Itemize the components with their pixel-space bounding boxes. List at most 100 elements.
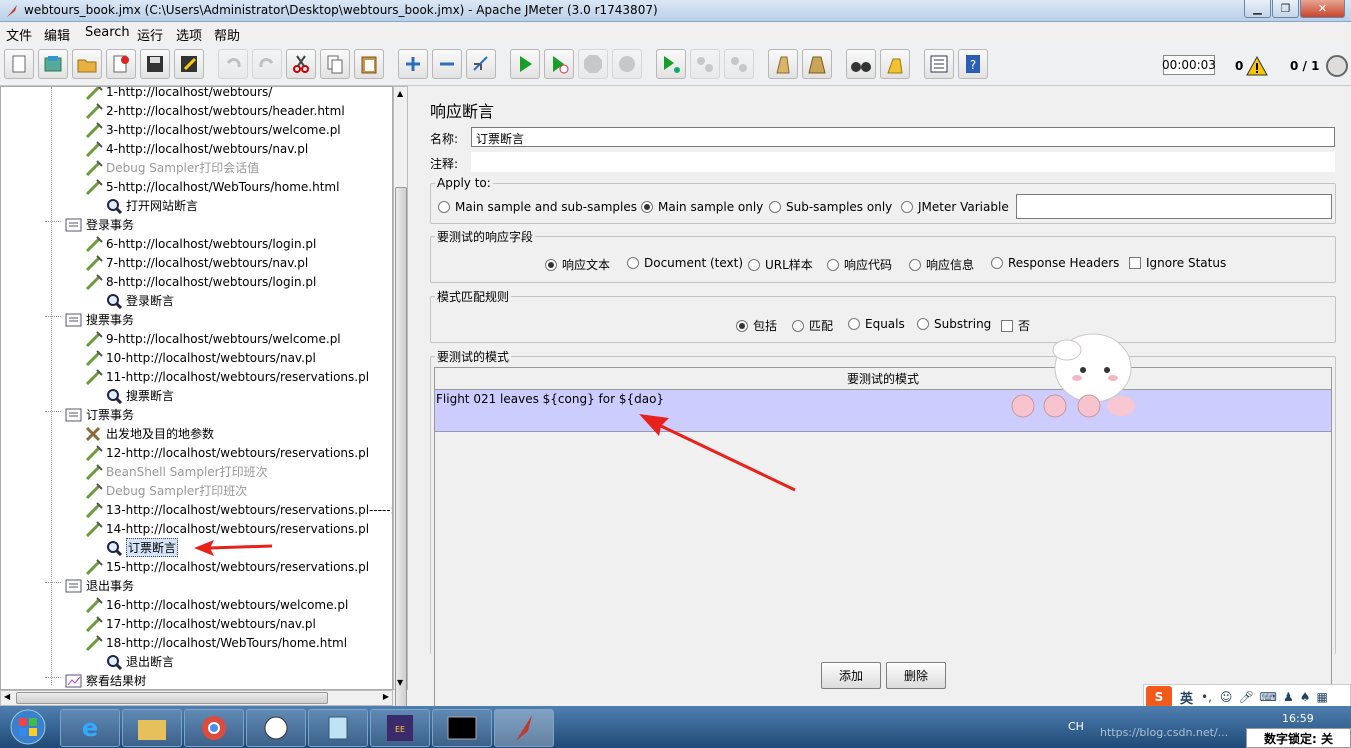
delete-button[interactable]: 删除 — [886, 662, 946, 689]
comment-field[interactable] — [471, 152, 1335, 172]
new-button[interactable] — [4, 49, 34, 79]
shutdown-button[interactable] — [612, 49, 642, 79]
ignore-status-checkbox[interactable]: Ignore Status — [1129, 256, 1226, 270]
scroll-up-icon[interactable]: ▲ — [397, 89, 403, 98]
tree-node[interactable]: 订票事务 — [65, 405, 134, 424]
tree-vscroll-thumb[interactable] — [395, 187, 407, 747]
remote-start-button[interactable] — [656, 49, 686, 79]
tree-node[interactable]: 13-http://localhost/webtours/reservation… — [85, 500, 392, 519]
tree-node[interactable]: 11-http://localhost/webtours/reservation… — [85, 367, 369, 386]
remote-stop-button[interactable] — [690, 49, 720, 79]
skin-icon[interactable]: ♠ — [1300, 690, 1311, 704]
field-response-text-radio[interactable]: 响应文本 — [545, 256, 610, 273]
save-button[interactable] — [140, 49, 170, 79]
taskbar-eclipse[interactable]: EE — [370, 709, 430, 747]
tree-node[interactable]: 2-http://localhost/webtours/header.html — [85, 101, 345, 120]
templates-button[interactable] — [38, 49, 68, 79]
field-response-headers-radio[interactable]: Response Headers — [991, 256, 1119, 270]
save-as-button[interactable] — [174, 49, 204, 79]
reset-search-button[interactable] — [880, 49, 910, 79]
add-button[interactable]: 添加 — [821, 662, 881, 689]
tree-node[interactable]: Debug Sampler打印班次 — [85, 481, 247, 500]
tree-node[interactable]: 15-http://localhost/webtours/reservation… — [85, 557, 369, 576]
apply-main-only-radio[interactable]: Main sample only — [641, 200, 763, 214]
remote-shutdown-button[interactable] — [724, 49, 754, 79]
search-button[interactable] — [846, 49, 876, 79]
tree-expand-handle-icon[interactable] — [45, 582, 61, 583]
language-indicator[interactable]: CH — [1068, 720, 1084, 733]
tree-node[interactable]: 4-http://localhost/webtours/nav.pl — [85, 139, 308, 158]
undo-button[interactable] — [218, 49, 248, 79]
ime-mode[interactable]: 英 — [1180, 688, 1193, 707]
apply-main-and-sub-radio[interactable]: Main sample and sub-samples — [438, 200, 637, 214]
tree-node[interactable]: 5-http://localhost/WebTours/home.html — [85, 177, 339, 196]
keyboard-icon[interactable]: ⌨ — [1260, 690, 1277, 704]
tree-expand-handle-icon[interactable] — [45, 411, 61, 412]
rule-contains-radio[interactable]: 包括 — [736, 317, 777, 334]
field-response-code-radio[interactable]: 响应代码 — [827, 256, 892, 273]
start-button[interactable] — [510, 49, 540, 79]
tree-node[interactable]: 12-http://localhost/webtours/reservation… — [85, 443, 369, 462]
start-no-pauses-button[interactable] — [544, 49, 574, 79]
maximize-button[interactable]: ❐ — [1272, 0, 1299, 18]
field-document-radio[interactable]: Document (text) — [627, 256, 743, 270]
taskbar-chrome[interactable] — [184, 709, 244, 747]
menu-file[interactable]: 文件 — [6, 25, 32, 44]
windows-start-icon[interactable] — [2, 708, 54, 746]
menu-search[interactable]: Search — [85, 25, 130, 40]
close-file-button[interactable] — [106, 49, 136, 79]
clear-button[interactable] — [768, 49, 798, 79]
menu-help[interactable]: 帮助 — [214, 25, 240, 44]
close-button[interactable]: ✕ — [1300, 0, 1345, 18]
jmeter-variable-field[interactable] — [1016, 194, 1332, 219]
tree-node[interactable]: 16-http://localhost/webtours/welcome.pl — [85, 595, 348, 614]
tree-node[interactable]: 18-http://localhost/WebTours/home.html — [85, 633, 347, 652]
redo-button[interactable] — [252, 49, 282, 79]
tree-node[interactable]: 察看结果树 — [65, 671, 146, 689]
rule-matches-radio[interactable]: 匹配 — [792, 317, 833, 334]
open-button[interactable] — [72, 49, 102, 79]
tree-node[interactable]: Debug Sampler打印会话值 — [85, 158, 259, 177]
toggle-button[interactable] — [466, 49, 496, 79]
pattern-row[interactable]: Flight 021 leaves ${cong} for ${dao} — [435, 390, 1331, 432]
tree-node[interactable]: 6-http://localhost/webtours/login.pl — [85, 234, 316, 253]
scroll-right-icon[interactable]: ▶ — [383, 692, 389, 701]
tree-node[interactable]: 搜票事务 — [65, 310, 134, 329]
warning-icon[interactable] — [1246, 55, 1268, 77]
tree-node[interactable]: 订票断言 — [105, 538, 179, 557]
cut-button[interactable] — [286, 49, 316, 79]
tree-node[interactable]: 8-http://localhost/webtours/login.pl — [85, 272, 316, 291]
emoji-icon[interactable]: ☺ — [1220, 690, 1233, 704]
tree-node[interactable]: 17-http://localhost/webtours/nav.pl — [85, 614, 316, 633]
menu-run[interactable]: 运行 — [137, 25, 163, 44]
tree-horizontal-scrollbar[interactable]: ◀ ▶ — [0, 690, 393, 706]
tree-node[interactable]: 出发地及目的地参数 — [85, 424, 214, 443]
paste-button[interactable] — [354, 49, 384, 79]
field-response-message-radio[interactable]: 响应信息 — [909, 256, 974, 273]
rule-equals-radio[interactable]: Equals — [848, 317, 905, 331]
stop-button[interactable] — [578, 49, 608, 79]
tree-node[interactable]: 1-http://localhost/webtours/ — [85, 87, 272, 101]
tree-expand-handle-icon[interactable] — [45, 316, 61, 317]
scroll-down-icon[interactable]: ▼ — [397, 678, 403, 687]
tree-node[interactable]: 10-http://localhost/webtours/nav.pl — [85, 348, 316, 367]
sogou-logo-icon[interactable]: S — [1146, 686, 1172, 708]
taskbar-cmd[interactable] — [432, 709, 492, 747]
toolbox-icon[interactable]: ▦ — [1317, 690, 1328, 704]
taskbar-notepad[interactable] — [308, 709, 368, 747]
taskbar-jmeter[interactable] — [494, 709, 554, 747]
remote-engine-icon[interactable] — [1326, 55, 1348, 77]
taskbar-explorer[interactable] — [122, 709, 182, 747]
copy-button[interactable] — [320, 49, 350, 79]
tree-node[interactable]: 9-http://localhost/webtours/welcome.pl — [85, 329, 341, 348]
tree-node[interactable]: 登录事务 — [65, 215, 134, 234]
function-helper-button[interactable] — [924, 49, 954, 79]
menu-edit[interactable]: 编辑 — [44, 25, 70, 44]
expand-button[interactable] — [398, 49, 428, 79]
taskbar-app-face[interactable] — [246, 709, 306, 747]
tree-node[interactable]: 7-http://localhost/webtours/nav.pl — [85, 253, 308, 272]
tree-expand-handle-icon[interactable] — [45, 221, 61, 222]
tree-node[interactable]: 搜票断言 — [105, 386, 174, 405]
clock[interactable]: 16:59 — [1282, 712, 1314, 725]
field-url-radio[interactable]: URL样本 — [748, 256, 813, 273]
